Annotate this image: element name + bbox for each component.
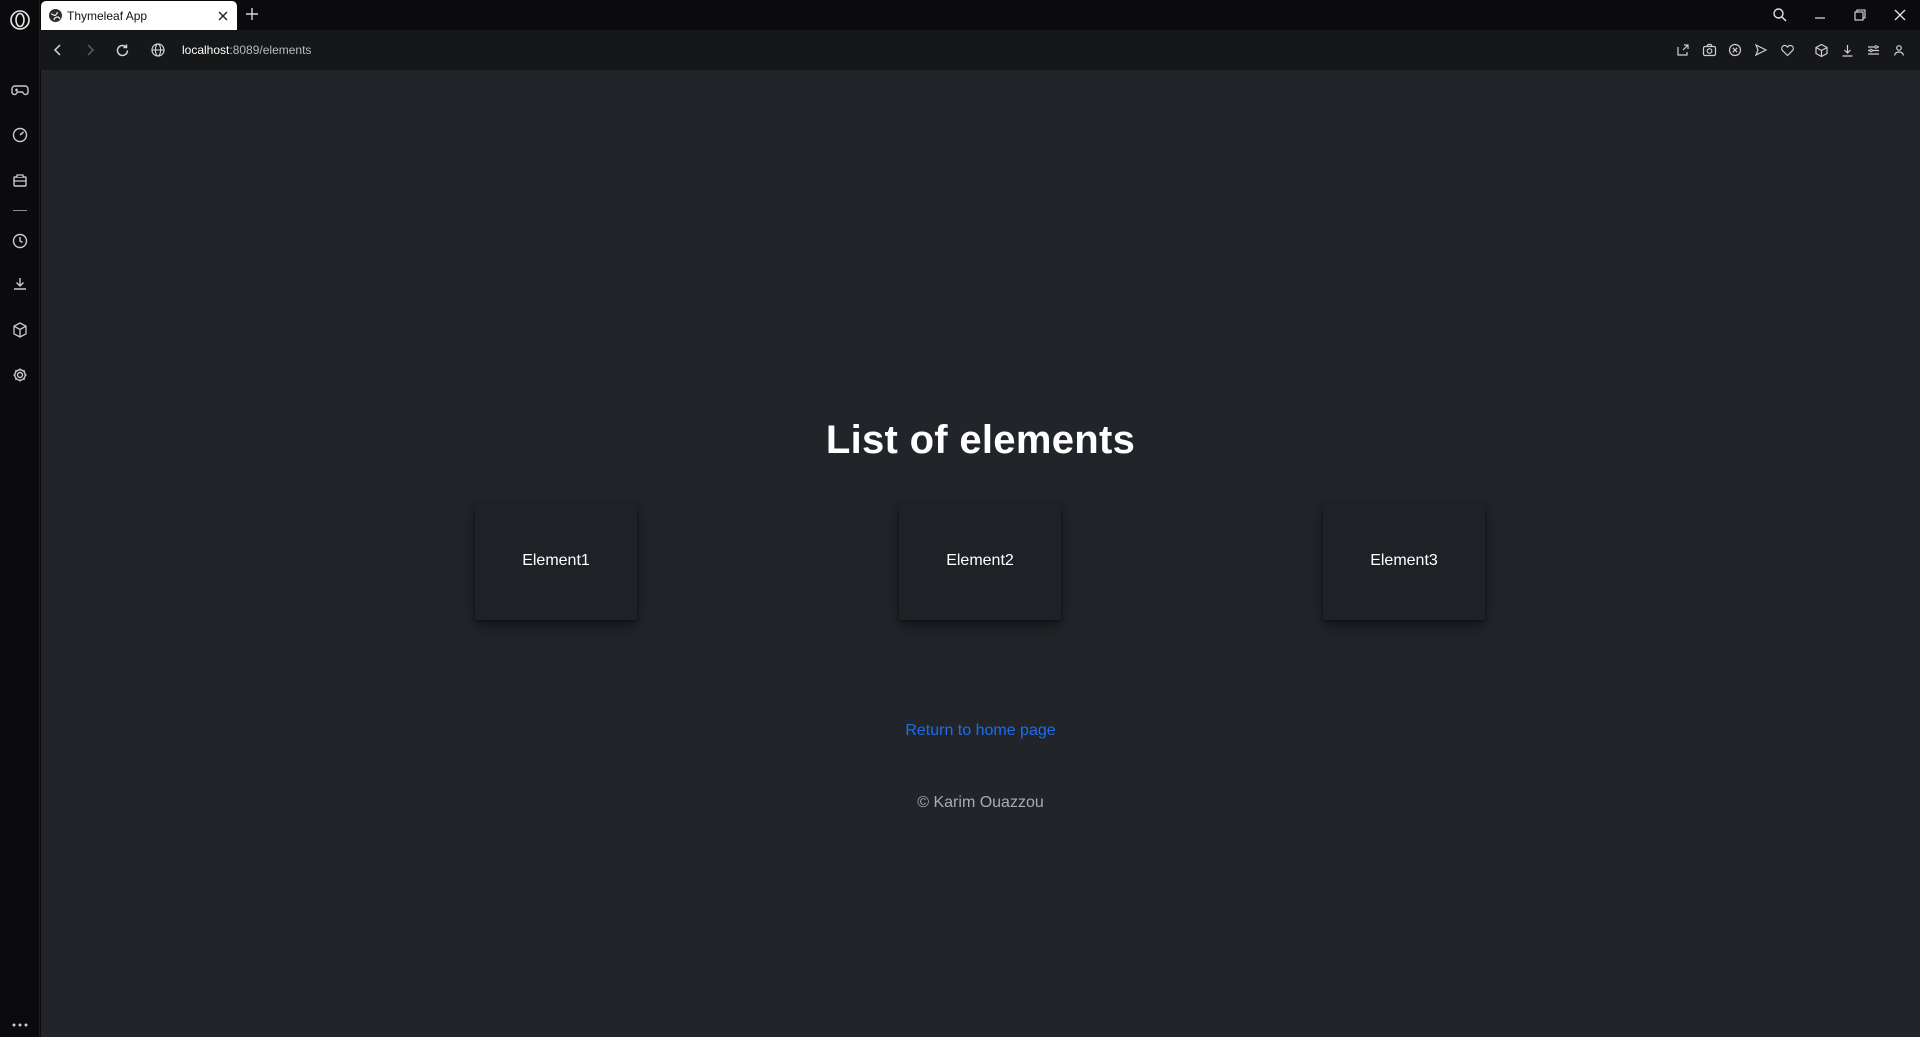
globe-favicon-icon: [48, 8, 63, 23]
send-arrow-icon[interactable]: [1748, 36, 1774, 64]
forward-arrow-icon[interactable]: [74, 34, 106, 66]
extensions-icon[interactable]: [1808, 36, 1834, 64]
element-card-label: Element3: [1370, 552, 1438, 569]
profile-user-icon[interactable]: [1886, 36, 1912, 64]
return-home-link-text[interactable]: Return to home page: [905, 722, 1055, 739]
snapshot-camera-icon[interactable]: [1696, 36, 1722, 64]
close-window-icon[interactable]: [1880, 0, 1920, 30]
easy-setup-menu-icon[interactable]: [1860, 36, 1886, 64]
element-card-3[interactable]: Element3: [1323, 502, 1485, 620]
bag-icon[interactable]: [8, 168, 32, 192]
speed-dial-icon[interactable]: [8, 123, 32, 147]
url-path: :8089/elements: [229, 43, 312, 57]
element-card-2[interactable]: Element2: [899, 502, 1061, 620]
restore-window-icon[interactable]: [1840, 0, 1880, 30]
close-tab-icon[interactable]: [213, 6, 233, 26]
page-title: List of elements: [825, 418, 1136, 462]
download-icon[interactable]: [1834, 36, 1860, 64]
url-field[interactable]: localhost:8089/elements: [150, 36, 1670, 64]
minimize-window-icon[interactable]: [1800, 0, 1840, 30]
toolbar-actions: [1670, 36, 1912, 64]
new-tab-plus-icon[interactable]: [242, 4, 262, 24]
downloads-icon[interactable]: [8, 272, 32, 296]
ad-blocker-icon[interactable]: [1722, 36, 1748, 64]
opera-logo-icon[interactable]: [8, 8, 32, 32]
element-card-label: Element2: [946, 552, 1014, 569]
url-host: localhost: [182, 43, 230, 57]
history-clock-icon[interactable]: [8, 229, 32, 253]
tab-search-icon[interactable]: [1760, 0, 1800, 30]
reload-icon[interactable]: [106, 34, 138, 66]
footer-copyright: © Karim Ouazzou: [917, 794, 1044, 811]
site-info-globe-icon[interactable]: [150, 42, 166, 58]
tab-thymeleaf-app[interactable]: Thymeleaf App: [41, 1, 237, 30]
browser-sidebar: [0, 0, 40, 1037]
address-bar: localhost:8089/elements: [40, 30, 1920, 70]
element-card-label: Element1: [522, 552, 590, 569]
tab-bar: Thymeleaf App: [40, 0, 1920, 30]
tab-title: Thymeleaf App: [67, 8, 148, 23]
element-card-1[interactable]: Element1: [475, 502, 637, 620]
gaming-controller-icon[interactable]: [8, 78, 32, 102]
return-home-link[interactable]: Return to home page: [41, 722, 1920, 740]
sidebar-divider: [13, 210, 27, 211]
settings-gear-icon[interactable]: [8, 363, 32, 387]
share-icon[interactable]: [1670, 36, 1696, 64]
back-arrow-icon[interactable]: [42, 34, 74, 66]
extensions-cube-icon[interactable]: [8, 318, 32, 342]
window-controls: [1760, 0, 1920, 30]
page-viewport: List of elements Element1 Element2 Eleme…: [41, 70, 1920, 1037]
favorite-heart-icon[interactable]: [1774, 36, 1800, 64]
more-dots-icon[interactable]: [8, 1018, 32, 1032]
